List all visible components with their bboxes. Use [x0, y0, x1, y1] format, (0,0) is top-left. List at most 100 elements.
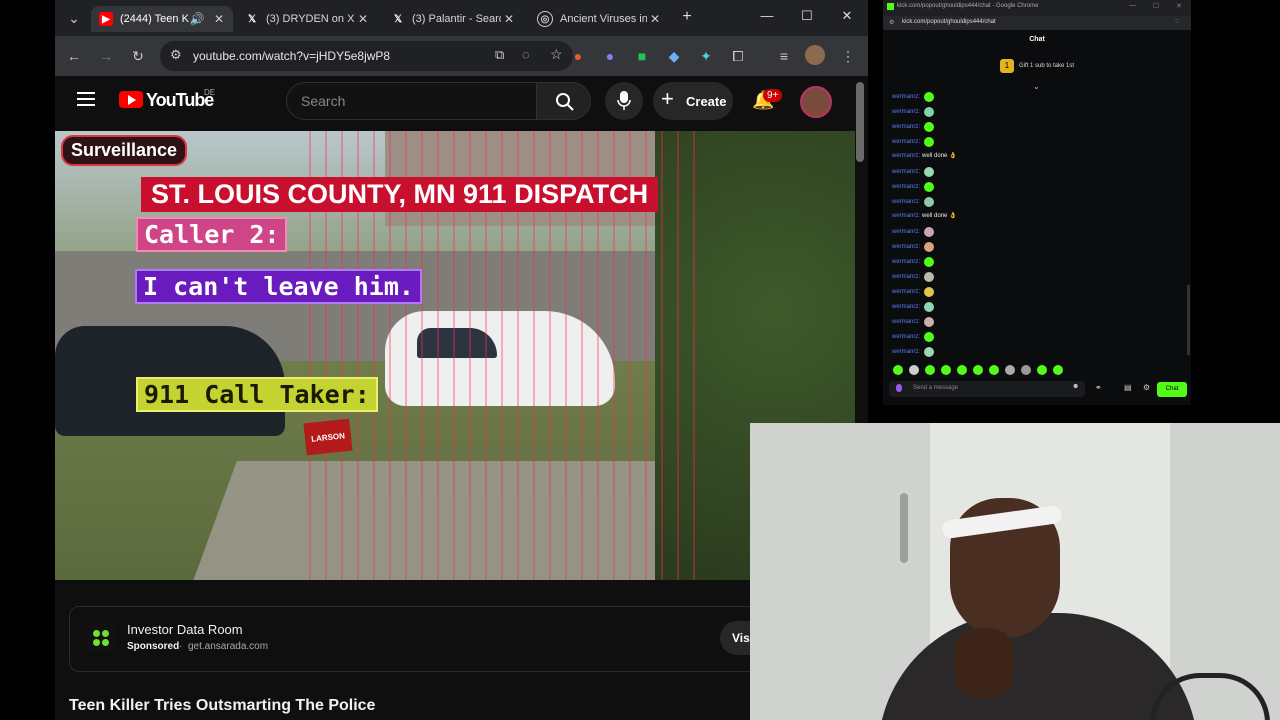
close-tab-icon[interactable]: ✕ — [211, 12, 227, 26]
chat-username[interactable]: wermanrz: — [892, 94, 920, 100]
chat-username[interactable]: wermanrz: — [892, 319, 920, 325]
new-tab-icon[interactable]: + — [675, 8, 699, 28]
popout-url: kick.com/popout/ghouldips444/chat — [902, 19, 996, 25]
chat-username[interactable]: wermanrz: — [892, 259, 920, 265]
maximize-icon[interactable]: ☐ — [795, 8, 819, 28]
maximize-icon[interactable]: ☐ — [1153, 2, 1159, 10]
door-handle-shape — [900, 493, 908, 563]
emote-icon[interactable] — [1053, 365, 1063, 375]
site-info-icon[interactable]: ⚙ — [170, 47, 182, 63]
search-button[interactable] — [536, 82, 591, 120]
ad-title[interactable]: Investor Data Room — [127, 622, 243, 637]
chat-username[interactable]: wermanrz: — [892, 169, 920, 175]
chat-username[interactable]: wermanrz: — [892, 334, 920, 340]
video-title: Teen Killer Tries Outsmarting The Police — [69, 697, 376, 714]
tab-search-icon[interactable]: ⌄ — [63, 7, 85, 29]
region-code: DE — [204, 88, 216, 97]
site-info-icon[interactable]: ⚙ — [889, 19, 894, 26]
emote-icon[interactable] — [1037, 365, 1047, 375]
store-icon[interactable]: ▤ — [1124, 383, 1132, 392]
chat-username[interactable]: wermanrz: — [892, 349, 920, 355]
hamburger-menu-icon[interactable] — [77, 92, 95, 106]
extension-icon[interactable]: ■ — [631, 45, 653, 67]
tracking-off-icon[interactable]: ◌ — [1175, 18, 1179, 25]
address-bar[interactable]: ⚙ youtube.com/watch?v=jHDY5e8jwP8 ⧉ ◌ ☆ — [160, 41, 573, 71]
emote-icon[interactable] — [1005, 365, 1015, 375]
close-tab-icon[interactable]: ✕ — [355, 12, 371, 26]
minimize-icon[interactable]: — — [1129, 2, 1136, 9]
chat-message: wermanrz: — [892, 302, 935, 312]
search-input[interactable]: Search — [286, 82, 536, 120]
emote-icon[interactable] — [1021, 365, 1031, 375]
install-app-icon[interactable]: ⧉ — [495, 47, 504, 63]
account-avatar[interactable] — [800, 86, 832, 118]
emote-icon[interactable] — [925, 365, 935, 375]
chat-emote-icon — [924, 347, 935, 357]
chat-username[interactable]: wermanrz: — [892, 109, 920, 115]
chat-message: wermanrz: — [892, 347, 935, 357]
close-tab-icon[interactable]: ✕ — [501, 12, 517, 26]
extension-icon[interactable]: ✦ — [695, 45, 717, 67]
youtube-header: YouTube DE Search + Create 🔔 9+ — [55, 76, 868, 128]
chat-username[interactable]: wermanrz: — [892, 213, 920, 219]
x-favicon-icon: 𝕏 — [393, 13, 403, 25]
tab-youtube[interactable]: ▶ (2444) Teen Ki 🔊 ✕ — [91, 6, 233, 32]
chat-identity-icon[interactable] — [896, 384, 902, 392]
extension-icon[interactable]: ● — [599, 45, 621, 67]
collapse-chevron-icon[interactable]: ⌄ — [1033, 82, 1040, 91]
kick-chat-window: kick.com/popout/ghouldips444/chat - Goog… — [883, 0, 1191, 405]
chat-username[interactable]: wermanrz: — [892, 244, 920, 250]
tracking-off-icon[interactable]: ◌ — [522, 47, 530, 62]
chat-username[interactable]: wermanrz: — [892, 199, 920, 205]
emote-icon[interactable] — [989, 365, 999, 375]
close-window-icon[interactable]: ✕ — [1176, 2, 1182, 10]
extension-icon[interactable]: ◆ — [663, 45, 685, 67]
tab-palantir[interactable]: 𝕏 (3) Palantir - Search ✕ — [383, 6, 523, 32]
chat-username[interactable]: wermanrz: — [892, 289, 920, 295]
emote-icon[interactable] — [941, 365, 951, 375]
chat-text: well done 👌 — [922, 213, 957, 219]
speaker-icon[interactable]: 🔊 — [189, 12, 205, 26]
chat-emote-icon — [924, 137, 935, 147]
chat-username[interactable]: wermanrz: — [892, 304, 920, 310]
forward-icon[interactable]: → — [95, 45, 117, 67]
chat-input[interactable]: Send a message ☻ — [889, 381, 1085, 397]
chat-username[interactable]: wermanrz: — [892, 184, 920, 190]
close-window-icon[interactable]: ✕ — [835, 8, 859, 28]
chat-username[interactable]: wermanrz: — [892, 229, 920, 235]
menu-dots-icon[interactable]: ⋮ — [837, 45, 859, 67]
tab-ancient-viruses[interactable]: ◎ Ancient Viruses in ✕ — [529, 6, 669, 32]
chat-username[interactable]: wermanrz: — [892, 124, 920, 130]
emote-icon[interactable] — [893, 365, 903, 375]
emoji-picker-icon[interactable]: ☻ — [1072, 383, 1079, 390]
popout-address-bar[interactable]: ⚙ kick.com/popout/ghouldips444/chat ◌ — [883, 16, 1191, 30]
gift-sub-banner[interactable]: Gift 1 sub to take 1st — [1019, 63, 1074, 69]
chat-scrollbar[interactable] — [1187, 285, 1190, 355]
emote-icon[interactable] — [957, 365, 967, 375]
minimize-icon[interactable]: — — [755, 8, 779, 28]
settings-gear-icon[interactable]: ⚙ — [1143, 383, 1150, 392]
extensions-puzzle-icon[interactable]: ⧠ — [727, 45, 749, 67]
close-tab-icon[interactable]: ✕ — [647, 12, 663, 26]
reload-icon[interactable]: ↻ — [127, 45, 149, 67]
gift-icon[interactable]: ⚭ — [1095, 383, 1102, 392]
metamask-extension-icon[interactable]: ● — [567, 45, 589, 67]
create-button[interactable]: + Create — [653, 82, 733, 120]
back-icon[interactable]: ← — [63, 45, 85, 67]
bookmark-star-icon[interactable]: ☆ — [550, 46, 563, 63]
chat-username[interactable]: wermanrz: — [892, 139, 920, 145]
sponsored-card[interactable]: Investor Data Room Sponsored · get.ansar… — [69, 606, 800, 672]
chat-username[interactable]: wermanrz: — [892, 274, 920, 280]
voice-search-button[interactable] — [605, 82, 643, 120]
emote-icon[interactable] — [973, 365, 983, 375]
send-chat-button[interactable]: Chat — [1157, 382, 1187, 397]
video-player[interactable]: LARSON Surveillance ST. LOUIS COUNTY, MN… — [55, 131, 855, 580]
page-scrollbar[interactable] — [856, 82, 864, 162]
emote-icon[interactable] — [909, 365, 919, 375]
chat-message: wermanrz: — [892, 182, 935, 192]
profile-avatar[interactable] — [805, 45, 825, 65]
tab-dryden[interactable]: 𝕏 (3) DRYDEN on X ✕ — [237, 6, 377, 32]
youtube-logo-icon[interactable] — [119, 91, 143, 108]
chat-username[interactable]: wermanrz: — [892, 153, 920, 159]
media-controls-icon[interactable]: ≡ — [773, 45, 795, 67]
